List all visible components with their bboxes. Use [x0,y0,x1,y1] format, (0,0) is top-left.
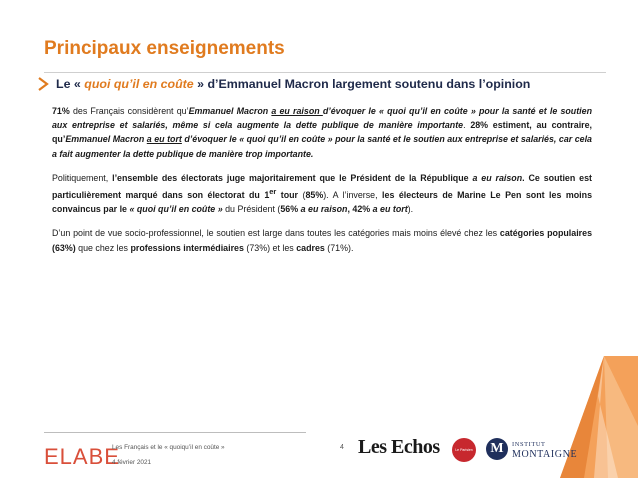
paragraph-political: Politiquement, l’ensemble des électorats… [52,171,592,217]
text: ). [407,204,414,215]
title-divider [44,72,606,73]
text-bold: cadres [296,242,325,253]
text-bold: tour [276,189,299,200]
text-bold-italic: Emmanuel Macron [65,134,145,145]
text-bold: 56% [280,204,301,215]
subtitle-row: Le « quoi qu’il en coûte » d’Emmanuel Ma… [36,76,616,92]
text: des Français considèrent qu’ [69,106,189,116]
text-bold: professions intermédiaires [130,242,244,253]
paragraph-socio: D’un point de vue socio-professionnel, l… [52,226,592,254]
subtitle-prefix: Le « [56,77,85,91]
text: (73%) et les [243,242,297,253]
page-number: 4 [340,444,344,451]
text-bold: 28% [470,120,489,131]
text-bold-italic: « quoi qu’il en coûte » [129,204,223,215]
text-underlined: a eu raison [271,106,323,116]
text-bold-italic: a eu tort [372,204,408,215]
text: que chez les [75,242,131,253]
study-title: Les Français et le « quoiqu’il en coûte … [112,444,225,451]
institut-montaigne-icon: M [486,438,508,460]
text-bold: 85% [305,189,324,200]
page-title: Principaux enseignements [44,38,285,59]
text-bold: 71% [52,106,70,116]
text-underlined: a eu tort [146,134,182,145]
institut-montaigne-logo: INSTITUT MONTAIGNE [512,440,577,460]
le-parisien-badge-icon: Le Parisien [452,438,476,462]
section-subtitle: Le « quoi qu’il en coûte » d’Emmanuel Ma… [56,77,530,91]
text-bold-italic: a eu raison [300,204,348,215]
les-echos-logo: Les Echos [358,436,440,458]
subtitle-quote: quoi qu’il en coûte [84,77,194,91]
montaigne-line: MONTAIGNE [512,449,578,460]
subtitle-suffix: » d’Emmanuel Macron largement soutenu da… [193,77,531,91]
footer-info: Les Français et le « quoiqu’il en coûte … [112,440,225,470]
text: ). A l’inverse, [323,189,383,200]
text-bold: , 42% [347,204,373,215]
findings-body: 71% des Français considèrent qu’Emmanuel… [52,104,592,265]
text: D’un point de vue socio-professionnel, l… [52,228,500,239]
text-bold-italic: Emmanuel Macron [188,106,269,116]
study-date: 4 février 2021 [112,459,152,466]
text: (71%). [324,242,354,253]
text-bold-italic: a eu raison [472,172,523,183]
elabe-logo: ELABE [44,444,120,469]
chevron-right-icon [38,77,49,91]
footer-divider [44,432,306,433]
paragraph-overall: 71% des Français considèrent qu’Emmanuel… [52,104,592,161]
text: Politiquement, [52,172,113,183]
text-bold: l’ensemble des électorats juge majoritai… [112,172,473,183]
text: du Président ( [222,204,281,215]
